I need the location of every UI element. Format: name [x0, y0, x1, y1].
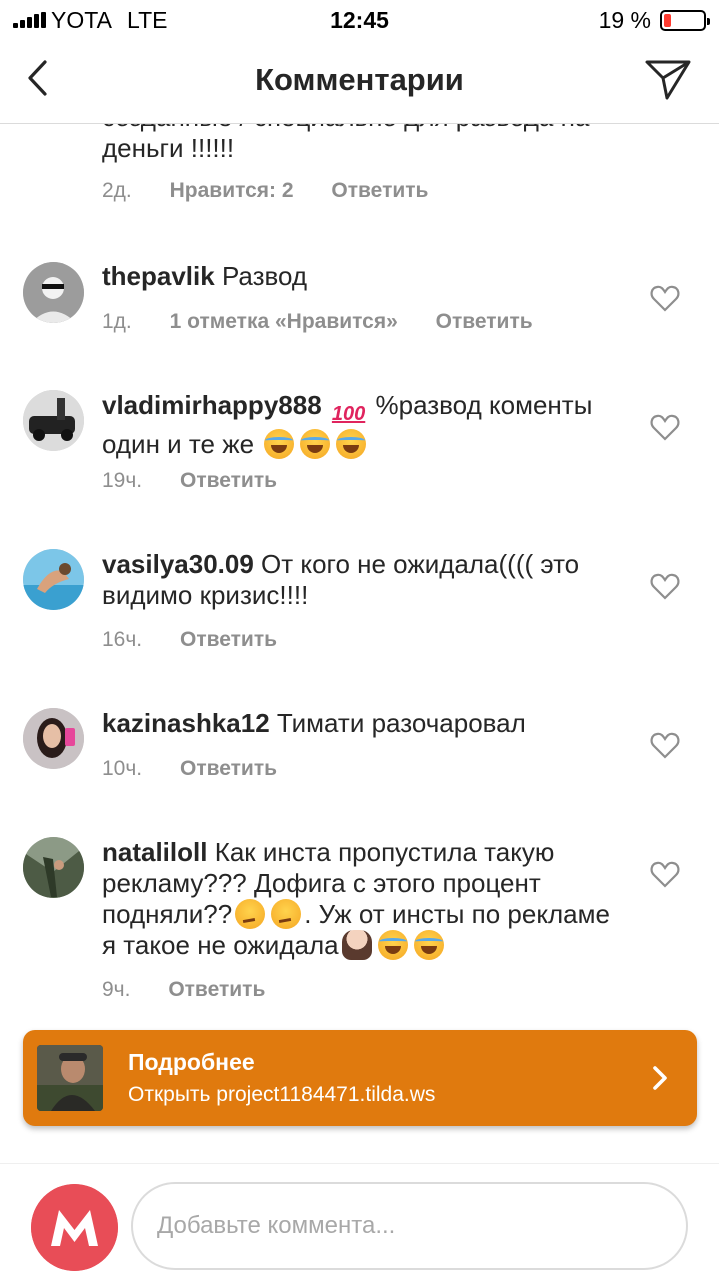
comments-list[interactable]: созданные / специально для развода на де…: [0, 0, 719, 1020]
partial-comment-meta: 2д. Нравится: 2 Ответить: [102, 179, 460, 203]
comment-username[interactable]: vasilya30.09: [102, 549, 254, 579]
comment-time: 10ч.: [102, 757, 143, 780]
laughing-face-icon: [336, 429, 367, 459]
laughing-face-icon: [377, 930, 408, 960]
status-bar: YOTA LTE 12:45 19 %: [0, 0, 719, 40]
thinking-face-icon: [235, 899, 266, 929]
avatar-image: [23, 708, 84, 769]
reply-button[interactable]: Ответить: [436, 310, 533, 333]
hundred-points-icon: 100: [331, 403, 366, 425]
heart-icon[interactable]: [650, 731, 680, 759]
comment-text: [322, 390, 329, 420]
comment-meta: 16ч. Ответить: [102, 628, 309, 652]
comment-text: Развод: [221, 261, 308, 291]
ad-banner[interactable]: Подробнее Открыть project1184471.tilda.w…: [23, 1030, 697, 1126]
comment-username[interactable]: thepavlik: [102, 261, 215, 291]
laughing-face-icon: [300, 429, 331, 459]
brand-logo-icon: [31, 1184, 118, 1271]
avatar-image: [23, 549, 84, 610]
face-palm-icon: [341, 930, 372, 960]
reply-button[interactable]: Ответить: [180, 469, 277, 492]
comment-meta: 19ч. Ответить: [102, 469, 309, 493]
comment-time: 2д.: [102, 179, 132, 202]
comment-body: thepavlik Развод: [102, 261, 622, 292]
laughing-face-icon: [264, 429, 295, 459]
laughing-face-icon: [413, 930, 444, 960]
reply-button[interactable]: Ответить: [180, 757, 277, 780]
heart-icon[interactable]: [650, 572, 680, 600]
comment-time: 19ч.: [102, 469, 143, 492]
reply-button[interactable]: Ответить: [168, 978, 265, 1001]
comment-meta: 10ч. Ответить: [102, 757, 309, 781]
avatar[interactable]: [23, 708, 84, 769]
avatar-image: [23, 837, 84, 898]
comment-username[interactable]: kazinashka12: [102, 708, 270, 738]
avatar[interactable]: [31, 1184, 118, 1271]
comment-time: 16ч.: [102, 628, 143, 651]
comment-time: 1д.: [102, 310, 132, 333]
likes-count[interactable]: 1 отметка «Нравится»: [170, 310, 398, 333]
comment-text: Тимати разочаровал: [276, 708, 526, 738]
comment-composer: [0, 1163, 719, 1280]
ad-thumbnail: [37, 1045, 103, 1111]
avatar-image: [23, 390, 84, 451]
heart-icon[interactable]: [650, 284, 680, 312]
thinking-face-icon: [271, 899, 302, 929]
avatar[interactable]: [23, 390, 84, 451]
heart-icon[interactable]: [650, 413, 680, 441]
chevron-right-icon[interactable]: [651, 1064, 669, 1092]
page-title: Комментарии: [255, 62, 464, 97]
heart-icon[interactable]: [650, 860, 680, 888]
likes-count[interactable]: Нравится: 2: [170, 179, 294, 202]
comment-body: vladimirhappy888 100 %развод коменты оди…: [102, 390, 622, 460]
comment-username[interactable]: natalіloll: [102, 837, 207, 867]
comment-body: natalіloll Как инста пропустила такую ре…: [102, 837, 622, 961]
battery-icon: [660, 10, 710, 31]
reply-button[interactable]: Ответить: [180, 628, 277, 651]
comment-time: 9ч.: [102, 978, 131, 1001]
nav-bar: Комментарии: [0, 40, 719, 124]
comment-input[interactable]: [131, 1182, 688, 1270]
avatar-image: [23, 262, 84, 323]
ad-link[interactable]: Открыть project1184471.tilda.ws: [128, 1083, 435, 1107]
battery-percent: 19 %: [598, 7, 651, 33]
avatar[interactable]: [23, 549, 84, 610]
comment-meta: 1д. 1 отметка «Нравится» Ответить: [102, 310, 565, 334]
reply-button[interactable]: Ответить: [331, 179, 428, 202]
comment-meta: 9ч. Ответить: [102, 978, 297, 1002]
avatar[interactable]: [23, 837, 84, 898]
comment-body: kazinashka12 Тимати разочаровал: [102, 708, 622, 739]
avatar[interactable]: [23, 262, 84, 323]
comment-body: vasilya30.09 От кого не ожидала(((( это …: [102, 549, 622, 611]
battery-level: [664, 14, 671, 27]
comment-username[interactable]: vladimirhappy888: [102, 390, 322, 420]
paper-plane-icon[interactable]: [643, 54, 693, 104]
ad-title: Подробнее: [128, 1049, 255, 1075]
